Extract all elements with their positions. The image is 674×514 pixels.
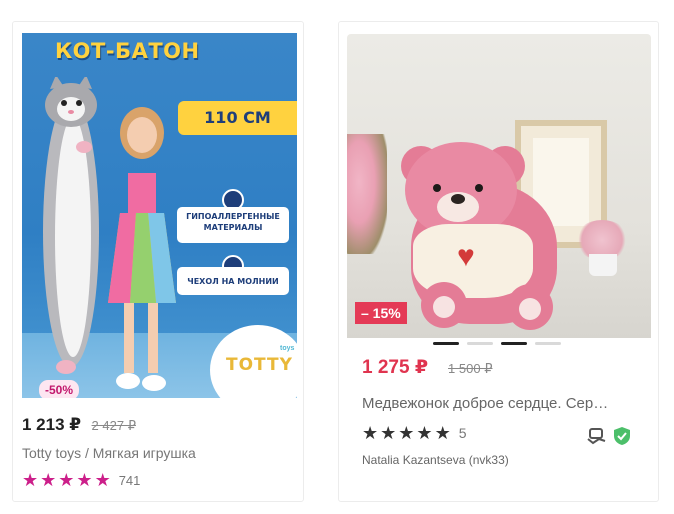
- bear-eye: [433, 184, 441, 192]
- bear-eye: [475, 184, 483, 192]
- bear-nose: [451, 194, 465, 204]
- product-card-kot-baton[interactable]: КОТ-БАТОН 110 СМ ГИПОАЛЛЕРГЕННЫЕ МАТЕРИА…: [12, 21, 304, 502]
- price-row: 1 213 ₽ 2 427 ₽: [22, 415, 136, 435]
- current-price: 1 275 ₽: [362, 357, 429, 378]
- star-icon: ★: [76, 470, 93, 490]
- rating-value: 5: [458, 425, 467, 441]
- star-icon: ★: [398, 423, 415, 443]
- rating-stars: ★ ★ ★ ★ ★ 741: [22, 471, 140, 489]
- carousel-dot[interactable]: [467, 342, 493, 345]
- girl-illustration: [108, 107, 176, 391]
- brand-logo: TOTTY: [226, 355, 293, 375]
- review-count: 741: [118, 472, 141, 488]
- product-image[interactable]: КОТ-БАТОН 110 СМ ГИПОАЛЛЕРГЕННЫЕ МАТЕРИА…: [22, 33, 297, 398]
- carousel-dot[interactable]: [501, 342, 527, 345]
- banner-headline: КОТ-БАТОН: [55, 39, 200, 63]
- price-row: 1 275 ₽ 1 500 ₽: [362, 356, 492, 379]
- feature-zipper: ЧЕХОЛ НА МОЛНИИ: [177, 267, 289, 295]
- star-icon: ★: [362, 423, 379, 443]
- seller-name[interactable]: Natalia Kazantseva (nvk33): [362, 453, 509, 467]
- product-image[interactable]: ♥ – 15%: [347, 34, 651, 338]
- discount-badge: -50%: [39, 380, 80, 398]
- star-icon: ★: [40, 470, 57, 490]
- product-title[interactable]: Totty toys / Мягкая игрушка: [22, 445, 196, 461]
- star-icon: ★: [58, 470, 75, 490]
- carousel-dots[interactable]: [433, 342, 561, 345]
- cat-plush-illustration: [43, 77, 99, 374]
- carousel-dot[interactable]: [535, 342, 561, 345]
- flowers-background: [347, 134, 387, 254]
- current-price: 1 213 ₽: [22, 415, 82, 434]
- seller-badges: [587, 426, 631, 446]
- old-price: 2 427 ₽: [91, 418, 136, 433]
- carousel-dot[interactable]: [433, 342, 459, 345]
- size-tag: 110 СМ: [178, 101, 297, 135]
- bear-paw-pad: [433, 296, 455, 318]
- brand-sublabel: toys: [280, 345, 295, 352]
- star-icon: ★: [380, 423, 397, 443]
- handshake-icon: [587, 428, 606, 445]
- star-icon: ★: [94, 470, 111, 490]
- bear-paw-pad: [519, 298, 541, 320]
- star-icon: ★: [22, 470, 39, 490]
- rating-stars: ★ ★ ★ ★ ★ 5: [362, 424, 467, 442]
- product-title[interactable]: Медвежонок доброе сердце. Сер…: [362, 395, 637, 412]
- discount-badge: – 15%: [355, 302, 407, 324]
- plant-pot: [589, 254, 617, 276]
- star-icon: ★: [434, 423, 451, 443]
- product-card-bear[interactable]: ♥ – 15% 1 275 ₽ 1 500 ₽ Медвежонок добро…: [338, 21, 659, 502]
- old-price: 1 500 ₽: [448, 361, 493, 376]
- shield-check-icon: [614, 427, 630, 445]
- heart-icon: ♥: [457, 240, 475, 273]
- star-icon: ★: [416, 423, 433, 443]
- feature-hypoallergenic: ГИПОАЛЛЕРГЕННЫЕ МАТЕРИАЛЫ: [177, 207, 289, 243]
